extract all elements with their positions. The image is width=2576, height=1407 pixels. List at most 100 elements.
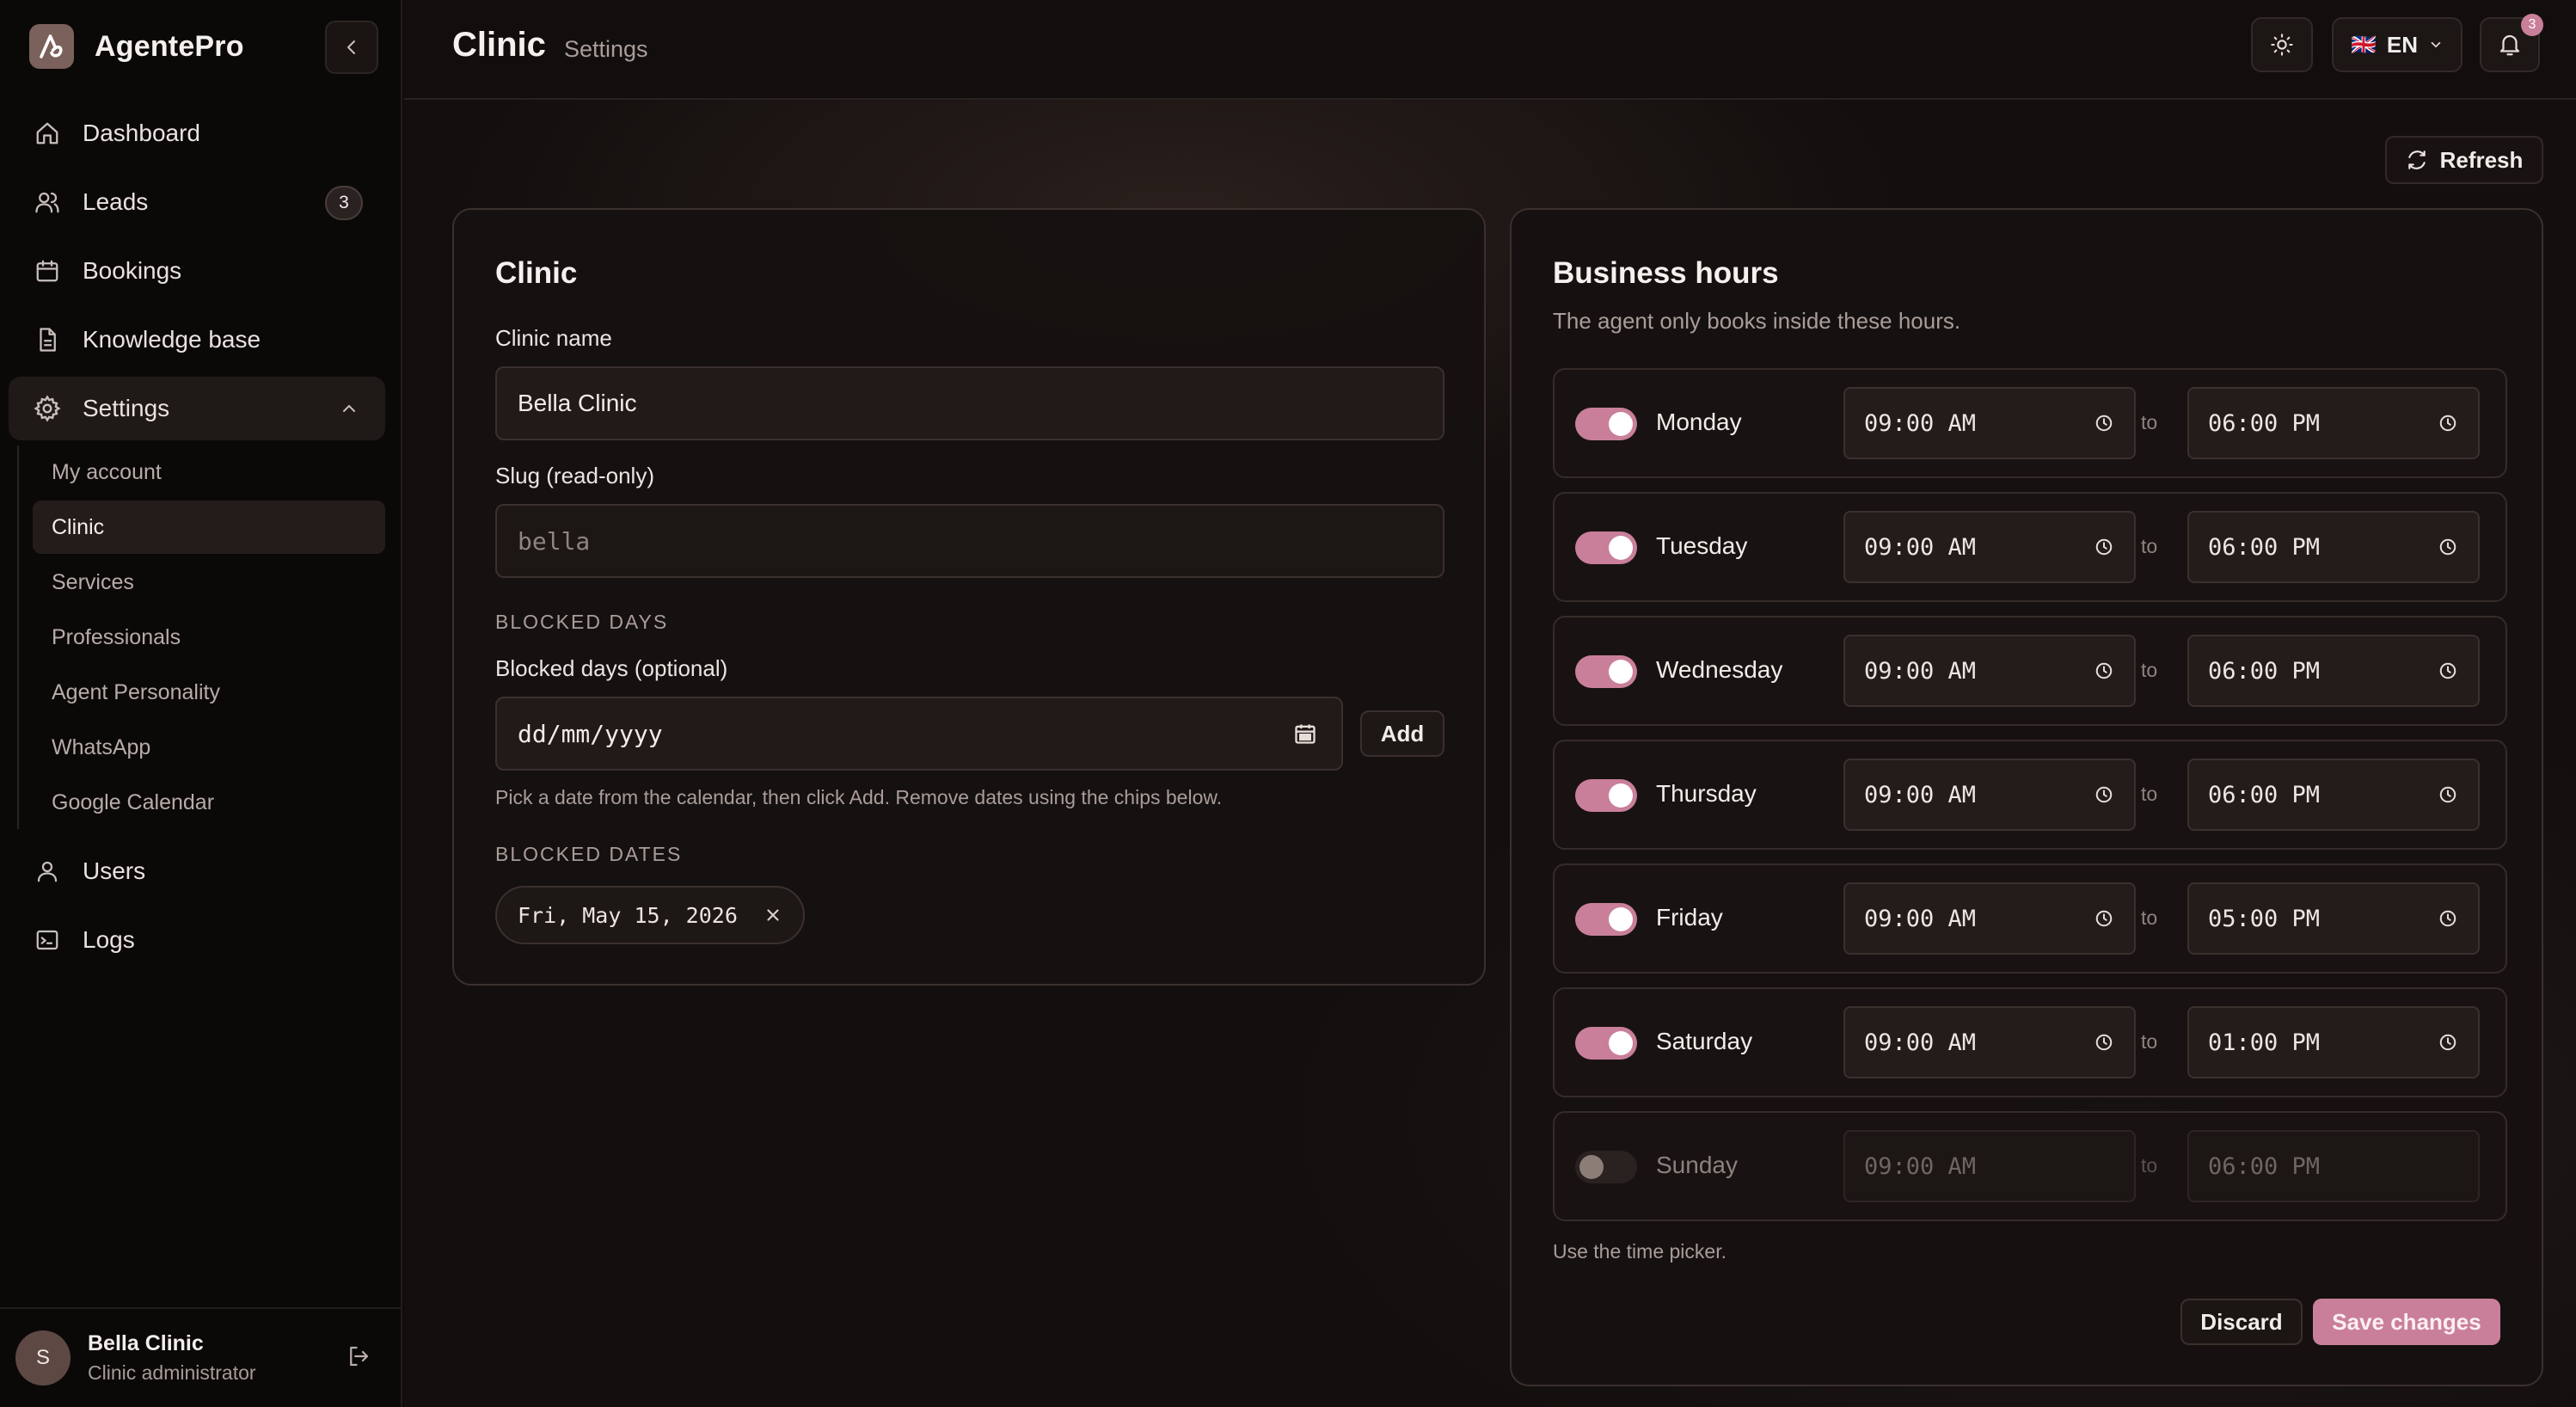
open-time-input[interactable]: 09:00 AM [1843,882,2136,955]
clock-icon [2095,662,2113,679]
close-time-input[interactable]: 01:00 PM [2187,1006,2480,1078]
language-label: EN [2386,31,2418,58]
clinic-name-input[interactable]: Bella Clinic [495,366,1444,440]
to-label: to [2141,1030,2158,1053]
open-time-value: 09:00 AM [1864,657,1977,685]
business-hours-title: Business hours [1553,256,1779,290]
sidebar-item-settings[interactable]: Settings [9,377,385,440]
close-time-input[interactable]: 06:00 PM [2187,759,2480,831]
open-time-value: 09:00 AM [1864,533,1977,561]
avatar[interactable]: S [15,1330,71,1385]
subnav-item-professionals[interactable]: Professionals [33,611,385,664]
day-name: Monday [1656,409,1742,435]
sidebar-item-label: Knowledge base [83,326,261,353]
open-time-input[interactable]: 09:00 AM [1843,759,2136,831]
day-toggle[interactable] [1575,408,1637,440]
day-name: Saturday [1656,1028,1753,1054]
subnav-item-google-calendar[interactable]: Google Calendar [33,776,385,829]
leads-count-badge: 3 [325,186,363,220]
close-time-input[interactable]: 06:00 PM [2187,1130,2480,1202]
sidebar-item-logs[interactable]: Logs [9,908,385,972]
clock-icon [2439,910,2456,927]
day-name: Sunday [1656,1152,1738,1178]
sidebar-item-label: Leads [83,188,149,215]
day-name: Tuesday [1656,532,1748,559]
blocked-days-label: Blocked days (optional) [495,655,728,681]
sidebar-item-leads[interactable]: Leads 3 [9,170,385,234]
to-label: to [2141,535,2158,557]
subnav-item-clinic[interactable]: Clinic [33,501,385,554]
to-label: to [2141,659,2158,681]
subnav-item-agent-personality[interactable]: Agent Personality [33,666,385,719]
brand[interactable]: AgentePro [29,24,244,69]
notifications-button[interactable]: 3 [2480,14,2543,72]
user-meta: Bella Clinic Clinic administrator [88,1331,256,1385]
main-content: Clinic Settings 🇬🇧 EN 3 Refresh Clinic C… [404,0,2576,1407]
sidebar-item-bookings[interactable]: Bookings [9,239,385,303]
business-day-row-monday: Monday 09:00 AM to 06:00 PM [1553,368,2507,478]
open-time-input[interactable]: 09:00 AM [1843,511,2136,583]
subnav-item-services[interactable]: Services [33,556,385,609]
clock-icon [2095,415,2113,432]
open-time-input[interactable]: 09:00 AM [1843,1130,2136,1202]
settings-subnav: My account Clinic Services Professionals… [17,445,385,829]
business-day-row-wednesday: Wednesday 09:00 AM to 06:00 PM [1553,616,2507,726]
date-placeholder: dd/mm/yyyy [518,719,663,748]
subnav-item-whatsapp[interactable]: WhatsApp [33,721,385,774]
close-time-value: 06:00 PM [2208,409,2321,437]
day-toggle[interactable] [1575,903,1637,936]
logout-icon[interactable] [346,1343,371,1373]
save-changes-button[interactable]: Save changes [2313,1299,2500,1345]
clinic-name-label: Clinic name [495,325,612,351]
sidebar-item-knowledge-base[interactable]: Knowledge base [9,308,385,372]
business-day-row-thursday: Thursday 09:00 AM to 06:00 PM [1553,740,2507,850]
refresh-button[interactable]: Refresh [2385,136,2543,184]
blocked-dates-section-label: BLOCKED DATES [495,843,683,865]
add-blocked-date-button[interactable]: Add [1360,710,1444,757]
sun-icon [2271,34,2293,56]
open-time-input[interactable]: 09:00 AM [1843,635,2136,707]
day-toggle[interactable] [1575,655,1637,688]
clock-icon [2095,1034,2113,1051]
user-profile: S Bella Clinic Clinic administrator [0,1307,401,1407]
sidebar-item-users[interactable]: Users [9,839,385,903]
close-time-input[interactable]: 05:00 PM [2187,882,2480,955]
slug-label: Slug (read-only) [495,463,654,488]
open-time-value: 09:00 AM [1864,905,1977,932]
day-toggle[interactable] [1575,1151,1637,1183]
page-title: Clinic [452,26,546,64]
day-toggle[interactable] [1575,1027,1637,1060]
toggle-knob [1609,783,1633,808]
clock-icon [2095,910,2113,927]
calendar-picker-icon[interactable] [1293,722,1317,746]
business-day-row-sunday: Sunday 09:00 AM to 06:00 PM [1553,1111,2507,1221]
day-toggle[interactable] [1575,531,1637,564]
close-time-value: 06:00 PM [2208,1152,2321,1180]
refresh-icon [2407,151,2426,169]
close-time-input[interactable]: 06:00 PM [2187,387,2480,459]
clock-icon [2095,538,2113,556]
blocked-date-input[interactable]: dd/mm/yyyy [495,697,1343,771]
open-time-input[interactable]: 09:00 AM [1843,1006,2136,1078]
toggle-knob [1609,1031,1633,1055]
discard-button[interactable]: Discard [2180,1299,2303,1345]
user-role: Clinic administrator [88,1361,256,1384]
chevron-down-icon [2431,41,2441,48]
theme-toggle-button[interactable] [2251,17,2313,72]
sidebar-item-dashboard[interactable]: Dashboard [9,101,385,165]
collapse-sidebar-button[interactable] [325,21,378,74]
language-select[interactable]: 🇬🇧 EN [2332,17,2463,72]
clock-icon [2439,538,2456,556]
open-time-input[interactable]: 09:00 AM [1843,387,2136,459]
business-day-row-tuesday: Tuesday 09:00 AM to 06:00 PM [1553,492,2507,602]
open-time-value: 09:00 AM [1864,1152,1977,1180]
close-time-input[interactable]: 06:00 PM [2187,511,2480,583]
day-toggle[interactable] [1575,779,1637,812]
blocked-days-section-label: BLOCKED DAYS [495,611,669,633]
open-time-value: 09:00 AM [1864,781,1977,808]
to-label: to [2141,783,2158,805]
close-icon[interactable] [764,906,782,925]
subnav-item-my-account[interactable]: My account [33,445,385,499]
close-time-input[interactable]: 06:00 PM [2187,635,2480,707]
sidebar-item-label: Settings [83,395,170,421]
